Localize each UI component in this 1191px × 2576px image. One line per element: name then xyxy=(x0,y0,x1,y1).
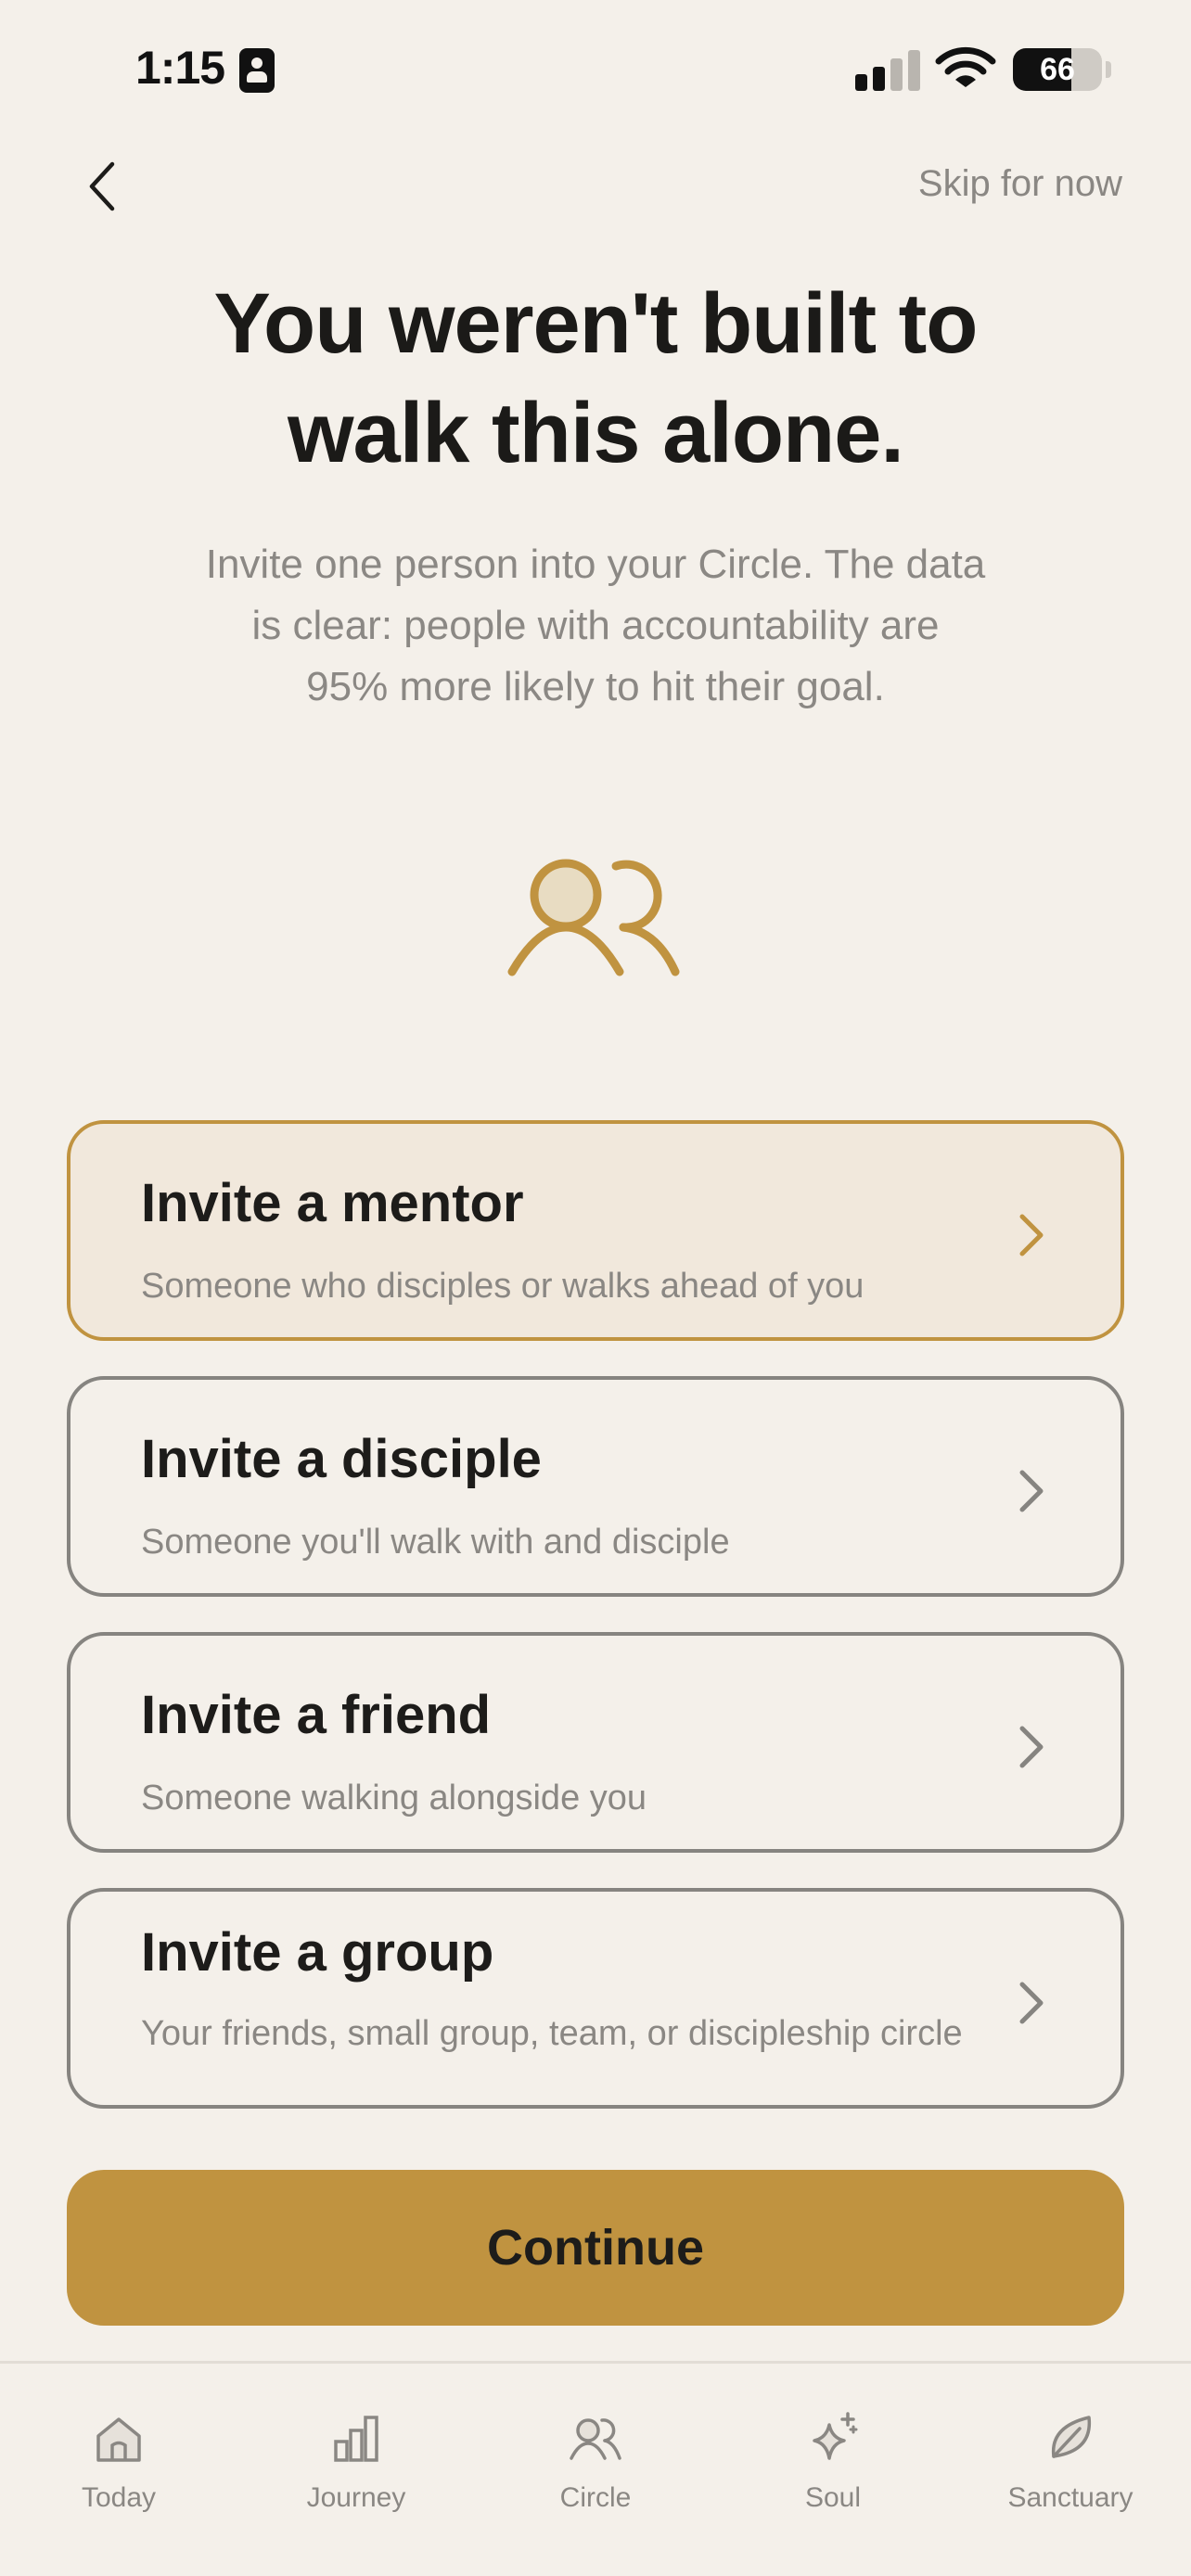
sparkle-icon xyxy=(813,2412,858,2460)
cellular-signal-icon xyxy=(855,48,920,91)
subtitle-line-1: Invite one person into your Circle. The … xyxy=(205,542,986,587)
status-time: 1:15 xyxy=(135,42,225,94)
wifi-icon xyxy=(935,46,996,87)
chevron-right-icon xyxy=(1019,1470,1044,1512)
invite-disciple-card[interactable]: Invite a disciple Someone you'll walk wi… xyxy=(67,1376,1124,1597)
people-icon xyxy=(507,859,680,976)
tab-today[interactable]: Today xyxy=(0,2364,237,2531)
tab-soul[interactable]: Soul xyxy=(714,2364,952,2531)
battery-level: 66 xyxy=(1040,52,1075,87)
card-title: Invite a group xyxy=(141,1922,494,1983)
tab-label: Circle xyxy=(559,2482,632,2513)
tab-journey[interactable]: Journey xyxy=(237,2364,475,2531)
continue-button[interactable]: Continue xyxy=(67,2170,1124,2326)
chevron-right-icon xyxy=(1019,1214,1044,1256)
card-title: Invite a friend xyxy=(141,1685,492,1745)
chevron-right-icon xyxy=(1019,1982,1044,2024)
contact-card-icon xyxy=(239,48,275,93)
chevron-right-icon xyxy=(1019,1726,1044,1768)
status-bar: 1:15 66 xyxy=(0,0,1191,139)
invite-mentor-card[interactable]: Invite a mentor Someone who disciples or… xyxy=(67,1120,1124,1341)
subtitle-line-3: 95% more likely to hit their goal. xyxy=(306,664,885,709)
card-title: Invite a disciple xyxy=(141,1429,542,1489)
subtitle-line-2: is clear: people with accountability are xyxy=(251,603,940,648)
invite-group-card[interactable]: Invite a group Your friends, small group… xyxy=(67,1888,1124,2109)
card-description: Someone walking alongside you xyxy=(141,1779,647,1817)
tab-sanctuary[interactable]: Sanctuary xyxy=(952,2364,1189,2531)
battery-icon: 66 xyxy=(1013,48,1102,91)
card-description: Your friends, small group, team, or disc… xyxy=(141,2014,963,2053)
headline-line-2: walk this alone. xyxy=(288,386,904,480)
tab-label: Soul xyxy=(804,2482,862,2513)
home-icon xyxy=(96,2417,141,2462)
leaf-icon xyxy=(1051,2416,1092,2458)
tab-bar: Today Journey Circle Soul Sanctuary xyxy=(0,2361,1191,2576)
battery-cap xyxy=(1106,61,1111,78)
card-title: Invite a mentor xyxy=(141,1173,524,1233)
card-description: Someone who disciples or walks ahead of … xyxy=(141,1267,864,1306)
people-icon xyxy=(570,2418,621,2460)
headline-line-1: You weren't built to xyxy=(213,276,978,371)
skip-for-now-link[interactable]: Skip for now xyxy=(918,163,1122,205)
tab-circle[interactable]: Circle xyxy=(477,2364,714,2531)
invite-friend-card[interactable]: Invite a friend Someone walking alongsid… xyxy=(67,1632,1124,1853)
page-subtitle: Invite one person into your Circle. The … xyxy=(132,534,1059,718)
chevron-left-icon xyxy=(89,161,115,211)
card-description: Someone you'll walk with and disciple xyxy=(141,1523,730,1562)
tab-label: Journey xyxy=(306,2482,406,2513)
tab-label: Sanctuary xyxy=(1007,2482,1133,2513)
page-title: You weren't built to walk this alone. xyxy=(0,269,1191,488)
bar-chart-icon xyxy=(334,2416,378,2462)
back-button[interactable] xyxy=(72,156,134,217)
tab-label: Today xyxy=(81,2482,157,2513)
